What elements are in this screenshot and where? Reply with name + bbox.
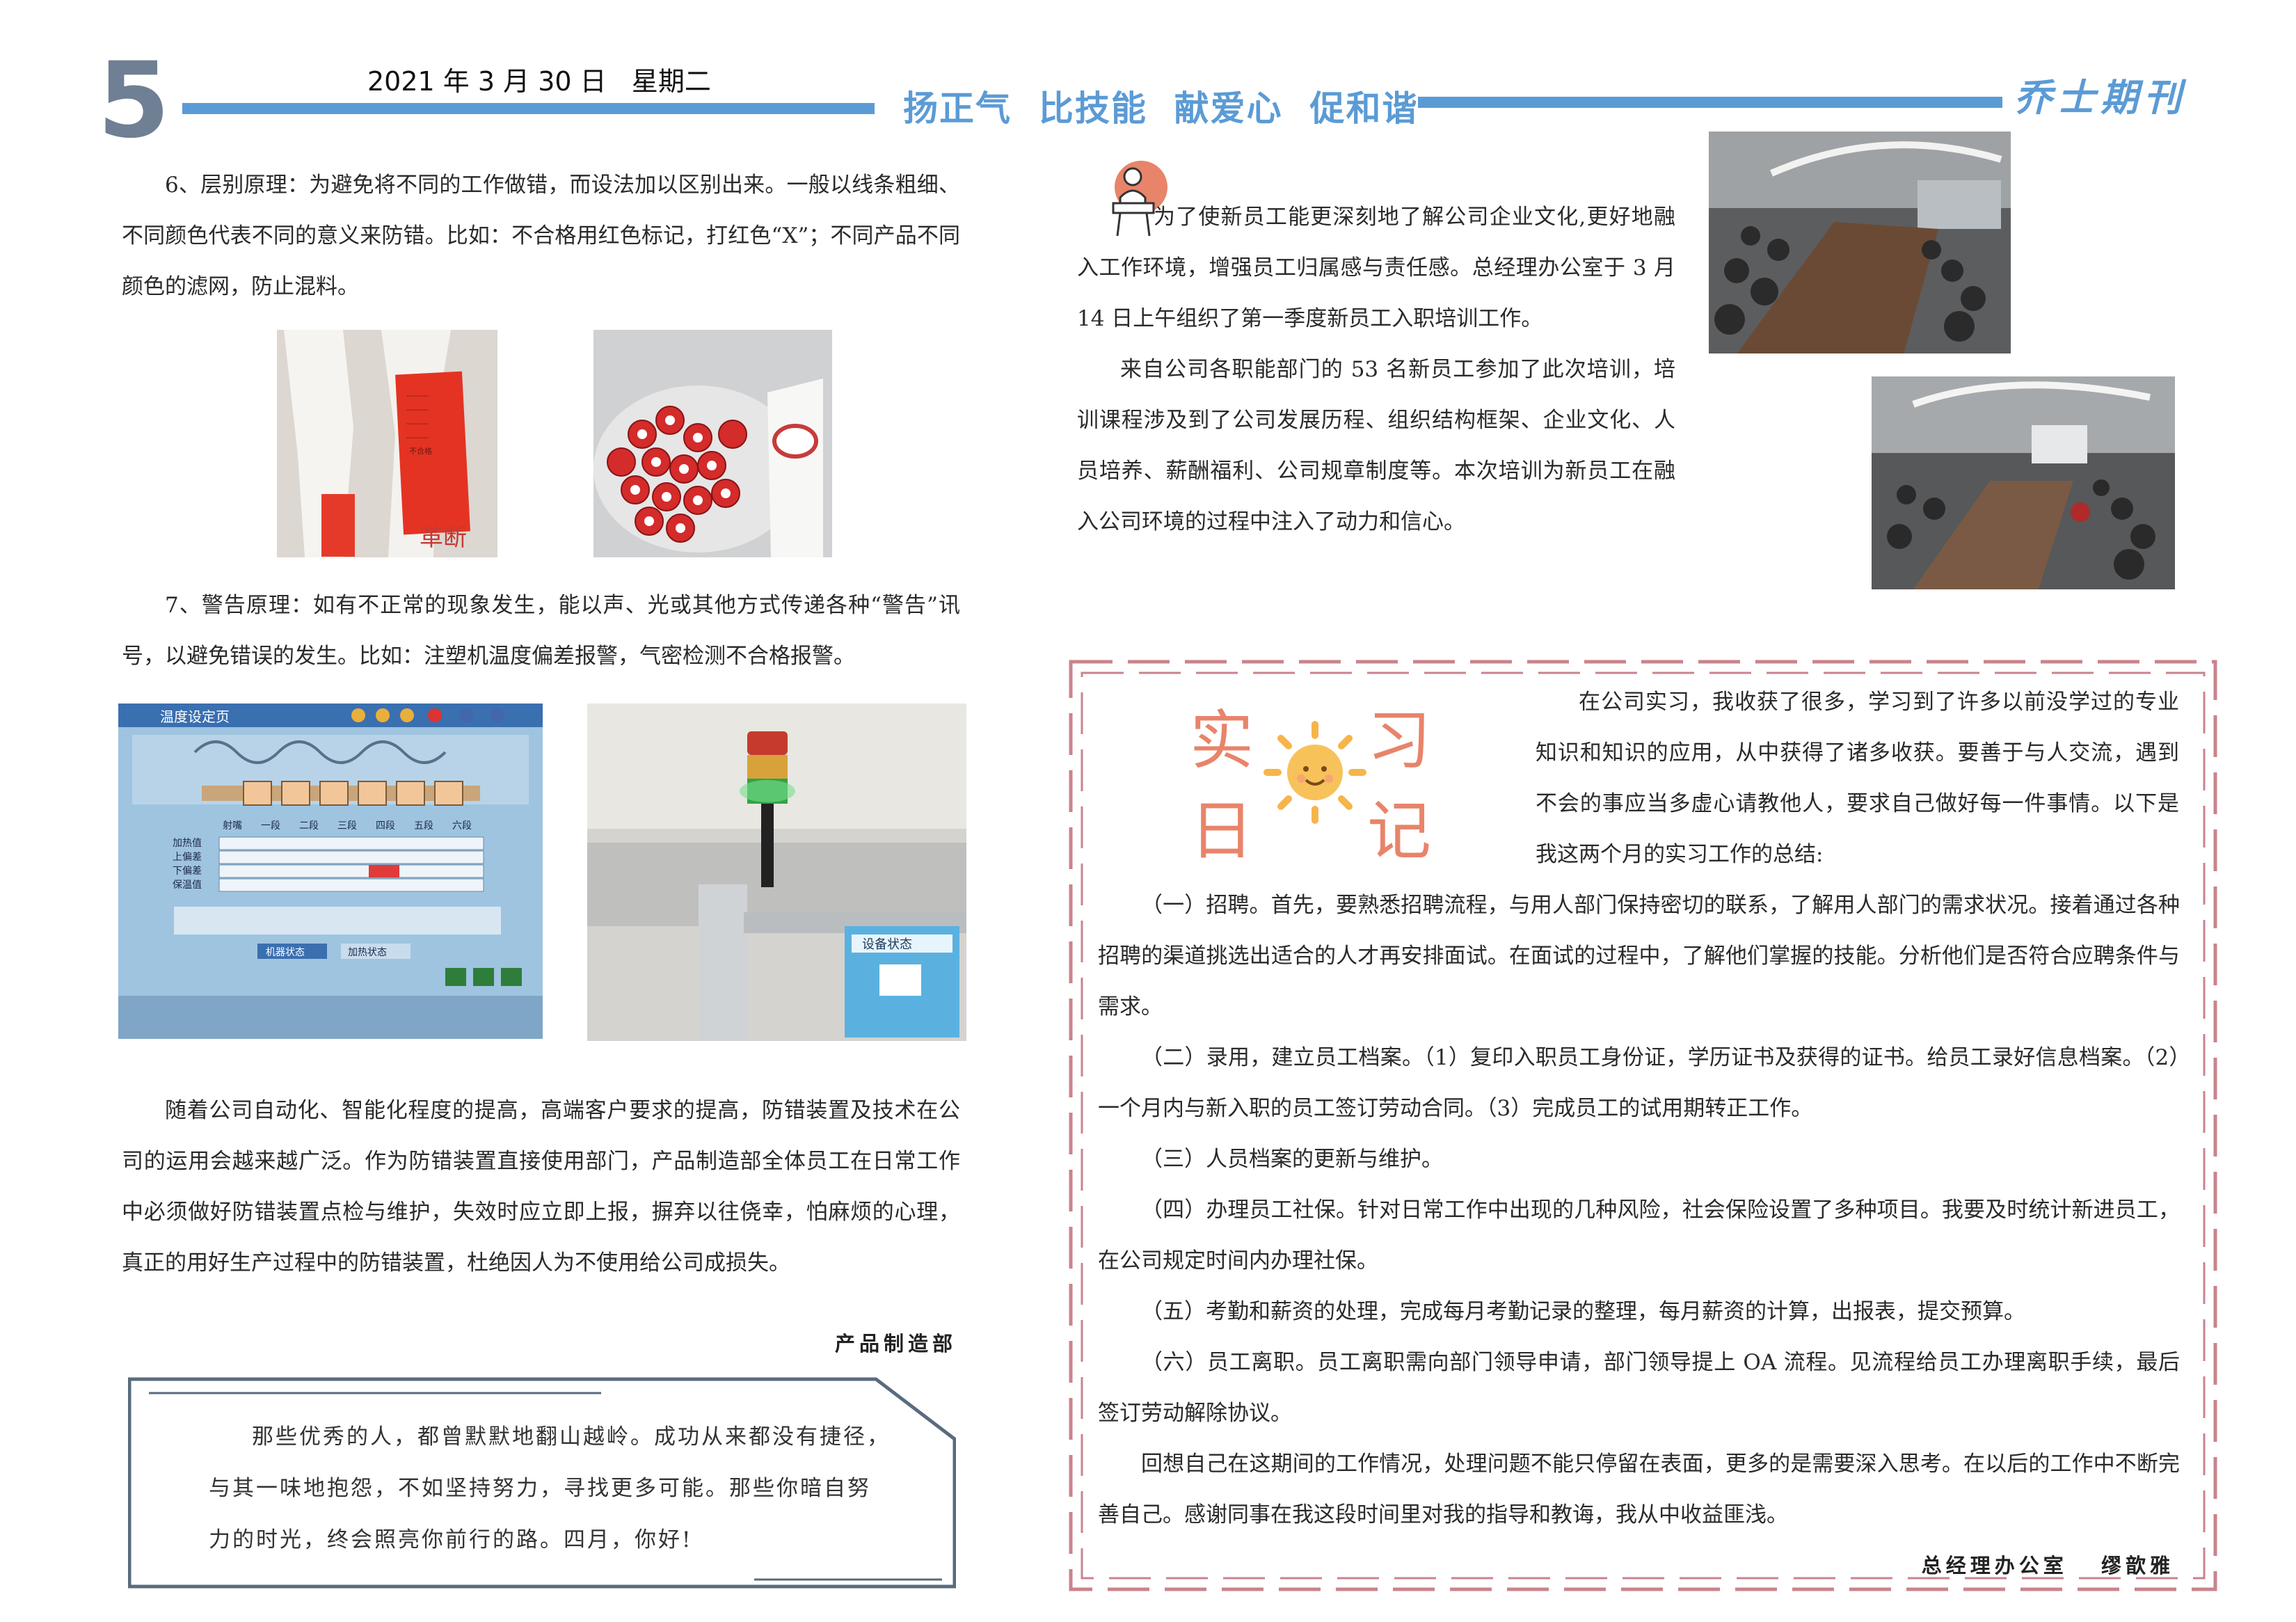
training-room-1-art bbox=[1709, 132, 2011, 353]
handwritten-mark: 革断 bbox=[420, 524, 467, 552]
paragraph-training-intro: 为了使新员工能更深刻地了解公司企业文化,更好地融入工作环境，增强员工归属感与责任… bbox=[1077, 192, 1675, 548]
training-room-2-art bbox=[1872, 376, 2175, 589]
signature-gm-office: 总经理办公室 缪歆雅 bbox=[1921, 1554, 2174, 1577]
photo-training-room-1 bbox=[1709, 132, 2011, 353]
paragraph-summary: 随着公司自动化、智能化程度的提高，高端客户要求的提高，防错装置及技术在公司的运用… bbox=[122, 1086, 960, 1289]
svg-text:--------: -------- bbox=[406, 433, 429, 442]
paragraph-text: 7、警告原理：如有不正常的现象发生，能以声、光或其他方式传递各种“警告”讯号，以… bbox=[122, 593, 960, 669]
paragraph-text: 来自公司各职能部门的 53 名新员工参加了此次培训，培训课程涉及到了公司发展历程… bbox=[1077, 357, 1675, 534]
page-number: 5 bbox=[97, 40, 170, 161]
diary-item: 回想自己在这期间的工作情况，处理问题不能只停留在表面，更多的是需要深入思考。在以… bbox=[1098, 1452, 2180, 1527]
diary-item: （四）办理员工社保。针对日常工作中出现的几种风险，社会保险设置了多种项目。我要及… bbox=[1098, 1198, 2180, 1273]
paragraph-text: 6、层别原理：为避免将不同的工作做错，而设法加以区别出来。一般以线条粗细、不同颜… bbox=[122, 173, 960, 299]
screen-col-2: 二段 bbox=[299, 820, 319, 832]
signal-tower-art: 设备状态 bbox=[587, 703, 966, 1041]
screen-col-0: 射嘴 bbox=[223, 820, 242, 832]
screen-col-4: 四段 bbox=[376, 820, 395, 832]
paragraph-text: 为了使新员工能更深刻地了解公司企业文化,更好地融入工作环境，增强员工归属感与责任… bbox=[1077, 205, 1675, 331]
screen-row-2: 下偏差 bbox=[173, 866, 202, 877]
screen-row-1: 上偏差 bbox=[173, 852, 202, 863]
photo-temperature-screen: 温度设定页 射嘴 一段 二段 三段 四段 五段 六段 加热值 上偏差 下偏差 保… bbox=[118, 703, 543, 1039]
diary-item: （一）招聘。首先，要熟悉招聘流程，与用人部门保持密切的联系，了解用人部门的需求状… bbox=[1098, 893, 2180, 1019]
svg-text:--------: -------- bbox=[406, 391, 429, 400]
diary-item: （三）人员档案的更新与维护。 bbox=[1141, 1147, 1443, 1172]
header-slogan: 扬正气 比技能 献爱心 促和谐 bbox=[903, 88, 1419, 129]
screen-status: 机器状态 bbox=[266, 947, 305, 958]
photo-red-tags: -------- -------- -------- -------- 不合格 … bbox=[277, 330, 497, 557]
issue-date: 2021 年 3 月 30 日 星期二 bbox=[367, 66, 711, 97]
photo-signal-tower: 设备状态 bbox=[587, 703, 966, 1041]
screen-row-0: 加热值 bbox=[173, 838, 202, 849]
diary-item: （五）考勤和薪资的处理，完成每月考勤记录的整理，每月薪资的计算，出报表，提交预算… bbox=[1141, 1299, 2025, 1324]
screen-col-5: 五段 bbox=[414, 820, 433, 832]
screen-title: 温度设定页 bbox=[160, 708, 230, 725]
svg-text:--------: -------- bbox=[406, 405, 429, 414]
diary-title-char-3: 日 bbox=[1190, 794, 1254, 868]
diary-intro: 在公司实习，我收获了很多，学习到了许多以前没学过的专业知识和知识的应用，从中获得… bbox=[1536, 677, 2179, 880]
paragraph-warning-principle: 7、警告原理：如有不正常的现象发生，能以声、光或其他方式传递各种“警告”讯号，以… bbox=[122, 580, 960, 682]
diary-title-char-2: 习 bbox=[1367, 703, 1432, 778]
header-rule-right bbox=[1418, 97, 2002, 108]
photo-red-caps-art bbox=[593, 330, 832, 557]
red-tag-text: 不合格 bbox=[409, 446, 432, 456]
diary-item: （六）员工离职。员工离职需向部门领导申请，部门领导提上 OA 流程。见流程给员工… bbox=[1098, 1350, 2180, 1426]
screen-col-3: 三段 bbox=[337, 820, 357, 832]
motivational-quote: 那些优秀的人，都曾默默地翻山越岭。成功从来都没有捷径， 与其一味地抱怨，不如坚持… bbox=[209, 1411, 911, 1566]
quote-line-2: 与其一味地抱怨，不如坚持努力，寻找更多可能。那些你暗自努 bbox=[209, 1476, 871, 1501]
screen-col-1: 一段 bbox=[261, 820, 280, 832]
signature-production-dept: 产品制造部 bbox=[834, 1332, 957, 1355]
sun-icon bbox=[1263, 721, 1366, 824]
masthead-brand: 乔士期刊 bbox=[2014, 75, 2187, 120]
diary-title-char-1: 实 bbox=[1190, 703, 1254, 778]
paragraph-text: 随着公司自动化、智能化程度的提高，高端客户要求的提高，防错装置及技术在公司的运用… bbox=[122, 1098, 960, 1275]
quote-line-1: 那些优秀的人，都曾默默地翻山越岭。成功从来都没有捷径， bbox=[252, 1424, 891, 1449]
diary-title-art: 实 习 日 记 bbox=[1183, 682, 1447, 868]
diary-items: （一）招聘。首先，要熟悉招聘流程，与用人部门保持密切的联系，了解用人部门的需求状… bbox=[1098, 880, 2180, 1541]
diary-intro-text: 在公司实习，我收获了很多，学习到了许多以前没学过的专业知识和知识的应用，从中获得… bbox=[1536, 690, 2179, 867]
device-status-label: 设备状态 bbox=[862, 937, 912, 952]
diary-title-char-4: 记 bbox=[1367, 794, 1432, 868]
svg-text:--------: -------- bbox=[406, 419, 429, 428]
photo-red-caps bbox=[593, 330, 832, 557]
photo-red-tags-art: -------- -------- -------- -------- 不合格 … bbox=[277, 330, 497, 557]
paragraph-layer-principle: 6、层别原理：为避免将不同的工作做错，而设法加以区别出来。一般以线条粗细、不同颜… bbox=[122, 160, 960, 312]
screen-row-3: 保温值 bbox=[173, 880, 202, 891]
quote-line-3: 力的时光，终会照亮你前行的路。四月，你好! bbox=[209, 1527, 693, 1552]
temperature-screen-art: 温度设定页 射嘴 一段 二段 三段 四段 五段 六段 加热值 上偏差 下偏差 保… bbox=[118, 703, 543, 1039]
screen-col-6: 六段 bbox=[452, 820, 472, 832]
diary-item: （二）录用，建立员工档案。（1）复印入职员工身份证，学历证书及获得的证书。给员工… bbox=[1098, 1045, 2180, 1121]
photo-training-room-2 bbox=[1872, 376, 2175, 589]
screen-status-2: 加热状态 bbox=[348, 947, 387, 958]
header-rule-left bbox=[182, 103, 875, 114]
